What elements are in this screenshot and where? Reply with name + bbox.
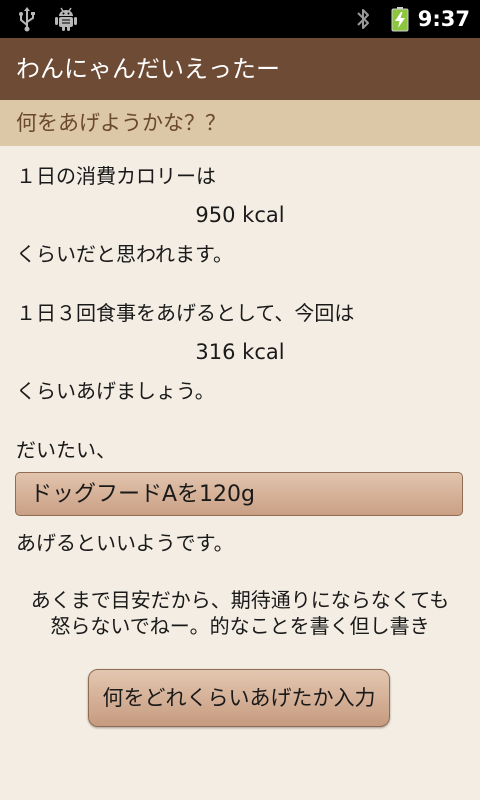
bluetooth-icon [357, 9, 369, 29]
disclaimer: あくまで目安だから、期待通りにならなくても 怒らないでねー。的なことを書く但し書… [0, 587, 480, 639]
android-debug-icon [55, 7, 77, 31]
approx-label: だいたい、 [16, 438, 116, 462]
food-suggestion-text: ドッグフードAを120g [30, 482, 256, 507]
title-bar: わんにゃんだいえったー [0, 38, 480, 100]
section-title: 何をあげようかな？？ [16, 111, 226, 135]
meal-calorie-intro: １日３回食事をあげるとして、今回は [16, 301, 355, 325]
daily-calorie-value: 950 kcal [195, 203, 285, 227]
usb-icon [19, 7, 35, 32]
battery-charging-icon [391, 7, 409, 32]
food-suggestion-box: ドッグフードAを120g [15, 472, 463, 516]
status-time: 9:37 [417, 7, 470, 31]
daily-calorie-suffix: くらいだと思われます。 [16, 242, 233, 266]
input-fed-amount-button-label: 何をどれくらいあげたか入力 [102, 686, 376, 710]
food-suggestion-suffix: あげるといいようです。 [16, 531, 234, 555]
daily-calorie-intro: １日の消費カロリーは [16, 164, 216, 188]
status-bar: 9:37 [0, 0, 480, 38]
disclaimer-line-1: あくまで目安だから、期待通りにならなくても [30, 588, 450, 612]
section-header: 何をあげようかな？？ [0, 100, 480, 146]
meal-calorie-value: 316 kcal [195, 340, 285, 364]
disclaimer-line-2: 怒らないでねー。的なことを書く但し書き [50, 614, 430, 638]
meal-calorie-suffix: くらいあげましょう。 [16, 379, 215, 403]
input-fed-amount-button[interactable]: 何をどれくらいあげたか入力 [88, 669, 390, 727]
app-title: わんにゃんだいえったー [16, 55, 280, 83]
